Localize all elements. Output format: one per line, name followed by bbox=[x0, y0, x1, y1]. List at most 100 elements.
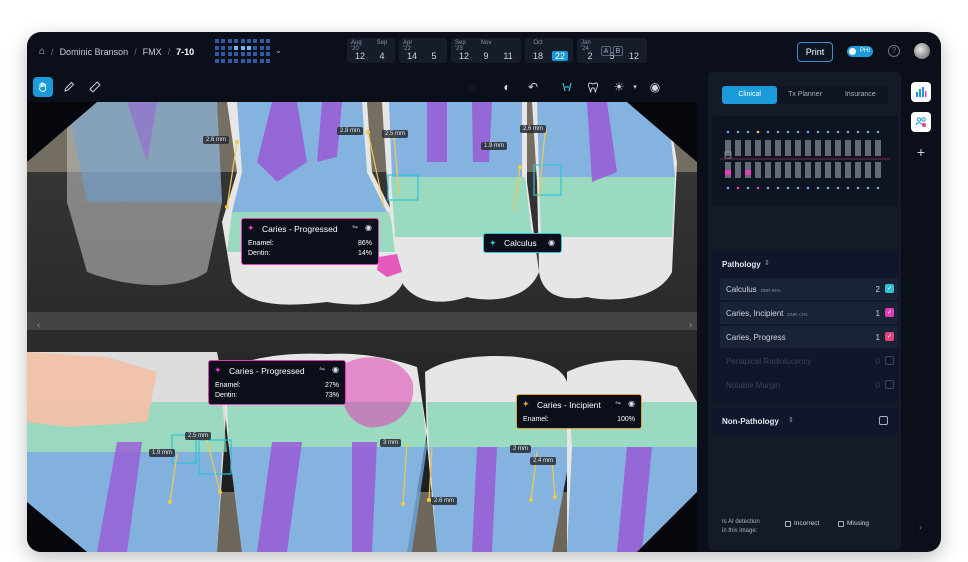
previous-image-arrow[interactable]: ‹ bbox=[37, 320, 40, 331]
timeline-date[interactable]: Sep '23 12 bbox=[455, 40, 473, 61]
missing-checkbox[interactable] bbox=[838, 520, 844, 527]
minimap-thumb[interactable] bbox=[227, 58, 232, 63]
breadcrumb-range[interactable]: 7-10 bbox=[176, 47, 194, 57]
eye-icon[interactable]: ◉ bbox=[628, 399, 635, 408]
timeline-date[interactable]: 11 bbox=[499, 40, 517, 61]
timeline-day[interactable]: 12 bbox=[456, 51, 472, 61]
adjust-icon[interactable]: ⇋ bbox=[615, 399, 621, 407]
eye-icon[interactable]: ◉ bbox=[332, 365, 339, 374]
chevron-down-icon[interactable]: ⌄ bbox=[275, 46, 282, 55]
minimap-thumb[interactable] bbox=[215, 52, 219, 56]
pathology-checkbox[interactable] bbox=[885, 380, 894, 389]
breadcrumb-patient[interactable]: Dominic Branson bbox=[60, 47, 129, 57]
tab-insurance[interactable]: Insurance bbox=[833, 86, 888, 104]
timeline-date[interactable]: Jan '24 2 bbox=[581, 40, 599, 61]
xray-viewer[interactable]: 2.6 mm 2.8 mm 2.5 mm 1.9 mm 2.6 mm 2.5 m… bbox=[27, 102, 697, 552]
minimap-thumb[interactable] bbox=[247, 52, 251, 56]
pathology-checkbox[interactable] bbox=[885, 356, 894, 365]
pathology-checkbox[interactable]: ✓ bbox=[885, 284, 894, 293]
hand-icon[interactable] bbox=[33, 77, 53, 97]
timeline-date[interactable]: Oct 18 bbox=[529, 40, 547, 61]
minimap-thumb[interactable] bbox=[234, 45, 239, 50]
pathology-row[interactable]: Periapical Radiolucency 0 bbox=[720, 350, 898, 372]
compare-b-button[interactable]: B bbox=[613, 46, 623, 56]
timeline-day[interactable]: 11 bbox=[500, 51, 516, 61]
add-icon[interactable]: + bbox=[911, 142, 931, 162]
minimap-thumb[interactable] bbox=[234, 39, 239, 43]
minimap-thumb[interactable] bbox=[266, 58, 271, 63]
measurement-label[interactable]: 1.9 mm bbox=[481, 142, 508, 150]
timeline-date[interactable]: Aug '20 12 bbox=[351, 40, 369, 61]
sort-icon[interactable]: ⇕ bbox=[764, 259, 770, 267]
phi-toggle[interactable]: PHI bbox=[847, 46, 873, 57]
minimap-thumb[interactable] bbox=[215, 45, 219, 50]
measurement-label[interactable]: 2.6 mm bbox=[431, 497, 458, 505]
measurement-label[interactable]: 1.9 mm bbox=[149, 449, 176, 457]
minimap-thumb[interactable] bbox=[221, 58, 226, 63]
minimap-thumb[interactable] bbox=[240, 39, 245, 43]
timeline-day[interactable]: 9 bbox=[478, 51, 494, 61]
minimap-thumb[interactable] bbox=[215, 39, 219, 43]
non-pathology-title[interactable]: Non-Pathology bbox=[722, 417, 779, 426]
pathology-title[interactable]: Pathology bbox=[722, 260, 761, 269]
incorrect-checkbox[interactable] bbox=[785, 520, 791, 527]
pathology-row[interactable]: Calculus DNR 65% 2 ✓ bbox=[720, 278, 898, 300]
tooth-roots-icon[interactable] bbox=[557, 77, 577, 97]
calculus-card[interactable]: ✦ Calculus ◉ bbox=[483, 233, 562, 253]
avatar[interactable] bbox=[914, 43, 930, 59]
measurement-label[interactable]: 2.8 mm bbox=[337, 127, 364, 135]
ruler-icon[interactable] bbox=[85, 77, 105, 97]
non-pathology-checkbox[interactable] bbox=[879, 416, 888, 425]
measurement-label[interactable]: 2.4 mm bbox=[530, 457, 557, 465]
minimap-thumb[interactable] bbox=[259, 45, 264, 50]
patients-icon[interactable] bbox=[911, 112, 931, 132]
tooth-chart[interactable] bbox=[712, 116, 898, 206]
eye-icon[interactable]: ◉ bbox=[548, 238, 555, 247]
pathology-checkbox[interactable]: ✓ bbox=[885, 332, 894, 341]
pathology-checkbox[interactable]: ✓ bbox=[885, 308, 894, 317]
missing-option[interactable]: Missing bbox=[838, 520, 869, 527]
minimap-thumb[interactable] bbox=[266, 45, 271, 50]
help-icon[interactable]: ? bbox=[888, 45, 900, 57]
minimap-thumb[interactable] bbox=[266, 39, 271, 43]
home-icon[interactable]: ⌂ bbox=[39, 46, 45, 57]
timeline-day[interactable]: 22 bbox=[552, 51, 568, 61]
breadcrumb-series[interactable]: FMX bbox=[143, 47, 162, 57]
pathology-row[interactable]: Notable Margin 0 bbox=[720, 374, 898, 396]
timeline-date[interactable]: Sep 4 bbox=[373, 40, 391, 61]
fmx-minimap[interactable] bbox=[215, 39, 273, 65]
eye-icon[interactable]: ◉ bbox=[365, 223, 372, 232]
caries-progressed-card-lower[interactable]: ✦ Caries - Progressed ⇋ ◉ Enamel: 27% De… bbox=[208, 360, 346, 405]
timeline-day[interactable]: 2 bbox=[582, 51, 598, 61]
minimap-thumb[interactable] bbox=[259, 52, 264, 56]
spinner-icon[interactable]: ◌ bbox=[462, 77, 482, 97]
pen-icon[interactable] bbox=[59, 77, 79, 97]
minimap-thumb[interactable] bbox=[240, 45, 245, 50]
caries-progressed-card-upper[interactable]: ✦ Caries - Progressed ⇋ ◉ Enamel: 86% De… bbox=[241, 218, 379, 265]
compare-toggle[interactable]: A B bbox=[601, 46, 623, 56]
timeline-day[interactable]: 12 bbox=[626, 51, 642, 61]
measurement-label[interactable]: 2.6 mm bbox=[203, 136, 230, 144]
minimap-thumb[interactable] bbox=[215, 58, 219, 63]
eye-icon[interactable]: ◉ bbox=[645, 77, 665, 97]
timeline-date[interactable]: Nov 9 bbox=[477, 40, 495, 61]
timeline-date[interactable]: 5 bbox=[425, 40, 443, 61]
timeline-date[interactable]: 22 bbox=[551, 40, 569, 61]
adjust-icon[interactable]: ⇋ bbox=[352, 223, 358, 231]
adjust-icon[interactable]: ⇋ bbox=[319, 365, 325, 373]
minimap-thumb[interactable] bbox=[221, 45, 226, 50]
timeline-date[interactable]: 12 bbox=[625, 40, 643, 61]
analytics-icon[interactable] bbox=[911, 82, 931, 102]
minimap-thumb[interactable] bbox=[253, 52, 258, 56]
timeline-day[interactable]: 14 bbox=[404, 51, 420, 61]
minimap-thumb[interactable] bbox=[221, 39, 226, 43]
rotate-icon[interactable]: ↶ bbox=[523, 77, 543, 97]
chevron-right-icon[interactable]: › bbox=[919, 522, 922, 532]
minimap-thumb[interactable] bbox=[240, 58, 245, 63]
incorrect-option[interactable]: Incorrect bbox=[785, 520, 819, 527]
timeline-day[interactable]: 12 bbox=[352, 51, 368, 61]
minimap-thumb[interactable] bbox=[266, 52, 271, 56]
minimap-thumb[interactable] bbox=[240, 52, 245, 56]
minimap-thumb[interactable] bbox=[221, 52, 226, 56]
timeline-date[interactable]: Apr '22 14 bbox=[403, 40, 421, 61]
